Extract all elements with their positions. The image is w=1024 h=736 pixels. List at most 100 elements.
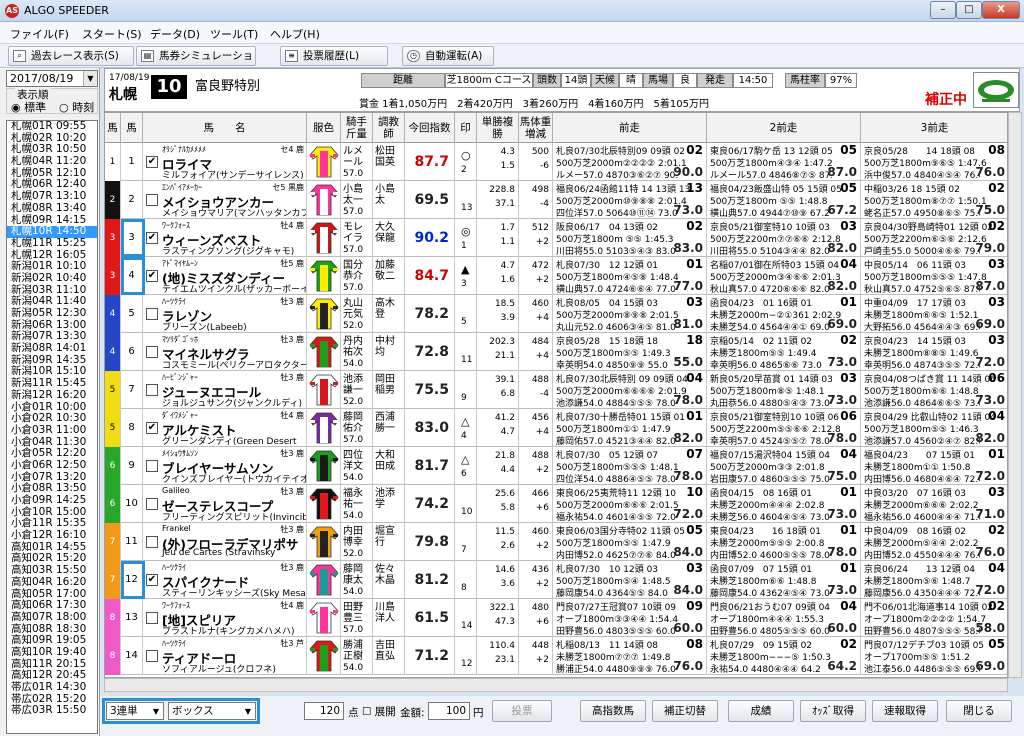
bet-type-select[interactable]: 3連単 ▼	[106, 702, 164, 720]
mark-cell[interactable]: 8	[455, 561, 477, 599]
past-race-cell[interactable]: 中重04/09 17 17頭 03 未勝芝1800m⑥⑥⑤ 1:52.1 大野拓56…	[861, 295, 1007, 333]
horse-checkbox[interactable]	[146, 498, 158, 510]
mark-cell[interactable]: ◎ 1	[455, 219, 477, 257]
past-race-cell[interactable]: 東良06/17駒ケ岳 13 12頭 05 500万芝1800m④③④ 1:47.2…	[707, 143, 861, 181]
past-race-cell[interactable]: 中良04/09 08 16頭 02 未勝芝2000m⑤④④ 2:02.2 内田博52…	[861, 523, 1007, 561]
race-list-item[interactable]: 帯広01R 14:30	[7, 681, 97, 694]
past-race-cell[interactable]: 京稲05/14 02 11頭 02 未勝芝1800m⑤⑤ 1:49.4 幸英明56.…	[707, 333, 861, 371]
past-race-cell[interactable]: 門良07/27王冠賞07 10頭 09 オープ1800m③③④④ 1:54.4 田野…	[553, 599, 707, 637]
close-window-button[interactable]: X	[982, 1, 1020, 19]
auto-run-button[interactable]: ◷ 自動運転(A)	[402, 46, 494, 66]
past-race-cell[interactable]: 東良06/25夷荒特11 12頭 10 500万芝2000m⑥⑥⑥ 2:01.5 福…	[553, 485, 707, 523]
race-list-item[interactable]: 新潟12R 16:20	[7, 389, 97, 402]
past-race-cell[interactable]: 札良07/30 12 12頭 01 500万芝1800m④⑤⑧ 1:48.4 横山典…	[553, 257, 707, 295]
bet-simulation-button[interactable]: ▤馬券シミュレーション(B)	[136, 46, 256, 80]
mark-cell[interactable]: 13	[455, 181, 477, 219]
results-button[interactable]: 成績	[728, 700, 794, 722]
date-select[interactable]: 2017/08/19 ▼	[6, 70, 98, 87]
menu-start[interactable]: スタート(S)	[82, 26, 142, 42]
horse-checkbox[interactable]	[146, 194, 158, 206]
past-race-cell[interactable]: 京良04/29 比叡山特02 11頭 04 500万芝1800m⑤⑤ 1:46.3…	[861, 409, 1007, 447]
horse-checkbox[interactable]	[146, 650, 158, 662]
race-list-item[interactable]: 札幌01R 09:55	[7, 121, 97, 133]
table-row[interactable]: 4 5 ﾊｰﾂｸﾗｲ 牡3 鹿ラレゾン ブリーズン(Labeeb) 丸山元気 52.0 高木登…	[105, 295, 1007, 333]
vote-button[interactable]: 投票	[492, 700, 552, 722]
table-row[interactable]: 8 14 ﾊｰﾂｸﾗｲ 牡3 芦ティアドーロ ソフィアルージュ(クロフネ) 勝浦正樹 54.…	[105, 637, 1007, 675]
past-race-cell[interactable]: 京良04/23 14 15頭 03 未勝芝1800m⑧⑧⑤ 1:49.6 幸英明56…	[861, 333, 1007, 371]
race-list-item[interactable]: 札幌04R 11:20	[7, 155, 97, 168]
race-list-item[interactable]: 札幌08R 13:40	[7, 202, 97, 215]
menu-data[interactable]: データ(D)	[150, 26, 200, 42]
table-row[interactable]: 2 2 ｴﾝﾊﾟｲｱﾒｰｶｰ セ5 黒鹿 メイショウアンカー メイショウマリア(マンハッタ…	[105, 181, 1007, 219]
mark-cell[interactable]: 10	[455, 485, 477, 523]
horse-checkbox[interactable]: ✔	[146, 422, 158, 434]
mark-cell[interactable]: 12	[455, 637, 477, 675]
race-list-item[interactable]: 小倉12R 16:10	[7, 529, 97, 542]
amount-field[interactable]: 100	[428, 702, 470, 720]
past-race-cell[interactable]: 京良04/08つばき賞 11 14頭 06 500万芝1800m⑥⑥ 1:48.8…	[861, 371, 1007, 409]
past-race-cell[interactable]: 京良05/21御室特10 10頭 03 500万芝2200m⑦⑦⑥⑥ 2:12.8…	[707, 219, 861, 257]
past-race-cell[interactable]: 京良06/24 13 12頭 04 未勝芝1800m⑤⑥ 1:48.7 藤岡康56.…	[861, 561, 1007, 599]
past-race-cell[interactable]: 函良04/15 08 16頭 01 未勝芝2000m④④④ 2:02.8 未勝芝56…	[707, 485, 861, 523]
race-list-item[interactable]: 小倉03R 11:00	[7, 424, 97, 437]
close-button[interactable]: 閉じる	[946, 700, 1012, 722]
past-race-cell[interactable]: 京良04/30野島崎特01 12頭 02 500万芝2200m⑥⑤⑥ 2:12.6…	[861, 219, 1007, 257]
odds-fetch-button[interactable]: ｵｯｽﾞ取得	[800, 700, 866, 722]
mark-cell[interactable]: 14	[455, 599, 477, 637]
table-row[interactable]: 5 8 ✔ ﾀﾞｲﾜﾒｼﾞｬｰ 牡4 鹿アルケミスト グリーンダンディ(Green Des…	[105, 409, 1007, 447]
past-race-cell[interactable]: 新良05/20早苗賞 01 14頭 03 500万芝1800m⑧⑤ 1:48.1 丸…	[707, 371, 861, 409]
past-race-cell[interactable]: 函良07/09 07 15頭 01 未勝芝1800m⑥⑥ 1:48.8 藤岡康54.…	[707, 561, 861, 599]
mark-cell[interactable]: 7	[455, 523, 477, 561]
past-race-cell[interactable]: 札稲08/13 11 14頭 08 未勝芝1800m⑦⑦⑦ 1:49.8 勝浦正54…	[553, 637, 707, 675]
past-race-cell[interactable]: 札良07/30 10 12頭 03 500万芝1800m⑤④ 1:48.5 藤岡康5…	[553, 561, 707, 599]
tenkai-checkbox[interactable]: ☐ 展開	[362, 704, 396, 719]
past-race-cell[interactable]: 門不06/01北海道事14 10頭 02 オープ1800m②②②② 1:54.7 田…	[861, 599, 1007, 637]
table-row[interactable]: 1 1 ✔ ｵﾘｼﾞﾅﾙｶﾒﾒﾒﾒ セ4 鹿ロライマ ミルフォイア(サンデーサイレンス) ル…	[105, 143, 1007, 181]
past-race-cell[interactable]: 中稲03/26 18 15頭 02 500万芝1800m⑧⑦⑦ 1:50.1 蛯名正…	[861, 181, 1007, 219]
past-race-button[interactable]: ⌕ 過去レース表示(S)	[8, 46, 134, 66]
past-race-cell[interactable]: 阪良06/17 04 13頭 02 500万芝1800m ⑤⑤ 1:45.3 川田将…	[553, 219, 707, 257]
horse-checkbox[interactable]	[146, 612, 158, 624]
horse-checkbox[interactable]	[146, 346, 158, 358]
menu-tools[interactable]: ツール(T)	[210, 26, 258, 42]
race-list-item[interactable]: 札幌11R 15:25	[7, 237, 97, 250]
mark-cell[interactable]: 9	[455, 371, 477, 409]
table-row[interactable]: 3 3 ✔ ﾜｰｸﾌｫｰｽ 牡4 鹿ウィーンズベスト ラスティングソング(ジグキャモ) モレ…	[105, 219, 1007, 257]
past-race-cell[interactable]: 京良05/28 14 18頭 08 500万芝1800m⑨⑥⑤ 1:47.6 浜中俊…	[861, 143, 1007, 181]
past-race-cell[interactable]: 札良07/29 09 15頭 02 未勝芝1800m−−−⑤ 1:50.3 永祐54…	[707, 637, 861, 675]
past-race-cell[interactable]: 札良07/30北辰特別09 09頭 02 500万芝2000m②②②② 2:01.…	[553, 143, 707, 181]
table-row[interactable]: 5 7 ﾊｰﾋﾞﾝｼﾞｬｰ 牡3 鹿ジューヌエコール ジョルジュサンク(ジャンクルディ)…	[105, 371, 1007, 409]
race-list-item[interactable]: 小倉09R 14:25	[7, 494, 97, 507]
past-race-cell[interactable]: 福良07/15湯沢特04 15頭 04 500万芝2000m③③ 2:01.8 岩田…	[707, 447, 861, 485]
horse-checkbox[interactable]: ✔	[146, 156, 158, 168]
horse-checkbox[interactable]: ✔	[146, 270, 158, 282]
mark-cell[interactable]: ○ 2	[455, 143, 477, 181]
table-row[interactable]: 6 9 ﾒｲｼｮｳｻﾑｿﾝ 牡3 鹿ブレイヤーサムソン クインズブレイヤー(トウカイテイ…	[105, 447, 1007, 485]
table-row[interactable]: 7 11 Frankel 牡3 鹿 (外)フローラデマリポサ Jeu de Cartes …	[105, 523, 1007, 561]
past-race-cell[interactable]: 福良06/24函館11特 14 13頭 13 500万芝2000m⑩⑨⑧⑧ 2:0…	[553, 181, 707, 219]
horse-checkbox[interactable]	[146, 308, 158, 320]
mark-cell[interactable]: 5	[455, 295, 477, 333]
bet-method-select[interactable]: ボックス ▼	[168, 702, 256, 720]
race-list-item[interactable]: 新潟08R 14:01	[7, 342, 97, 355]
table-row[interactable]: 6 10 Galileo 牡3 鹿ゼーステレスコープ フリーティングスピリット(Invi…	[105, 485, 1007, 523]
past-race-cell[interactable]: 札良07/30 05 12頭 07 500万芝1800m⑤⑤⑤ 1:48.1 四位洋…	[553, 447, 707, 485]
horse-checkbox[interactable]	[146, 460, 158, 472]
race-list[interactable]: 札幌01R 09:55 札幌02R 10:20 札幌03R 10:50 札幌04R 1…	[6, 120, 98, 734]
race-list-item[interactable]: 帯広03R 15:50	[7, 705, 97, 717]
past-race-cell[interactable]: 東良04/23 16 18頭 01 未勝芝2000m⑤⑤⑤ 2:00.8 内田博52…	[707, 523, 861, 561]
vote-history-button[interactable]: ≡ 投票履歴(L)	[280, 46, 388, 66]
menu-help[interactable]: ヘルプ(H)	[270, 26, 320, 42]
past-race-cell[interactable]: 中良05/14 06 11頭 03 500万芝1800m⑤⑤⑤ 1:47.8 秋山真…	[861, 257, 1007, 295]
past-race-cell[interactable]: 京良05/28 15 18頭 18 500万芝1800m⑤⑤ 1:49.3 幸英明5…	[553, 333, 707, 371]
race-list-item[interactable]: 新潟05R 12:30	[7, 307, 97, 320]
mark-cell[interactable]: ▲ 3	[455, 257, 477, 295]
horse-checkbox[interactable]: ✔	[146, 574, 158, 586]
table-row[interactable]: 8 13 ﾜｰｸﾌｫｰｽ 牡4 鹿 [地]スピリア ブラストルナ(キングカメハメハ) 田野豊…	[105, 599, 1007, 637]
past-race-cell[interactable]: 門良06/21おうむ07 09頭 04 オープ1800m④④④ 1:55.3 田野豊…	[707, 599, 861, 637]
horizontal-scrollbar[interactable]	[104, 678, 1008, 692]
radio-standard[interactable]: ◉ 標準	[11, 99, 46, 115]
mark-cell[interactable]: 11	[455, 333, 477, 371]
maximize-button[interactable]: □	[956, 1, 982, 19]
past-race-cell[interactable]: 札良07/30北辰特別 09 09頭 04 500万芝2000m⑥⑥⑥⑥ 2:01…	[553, 371, 707, 409]
